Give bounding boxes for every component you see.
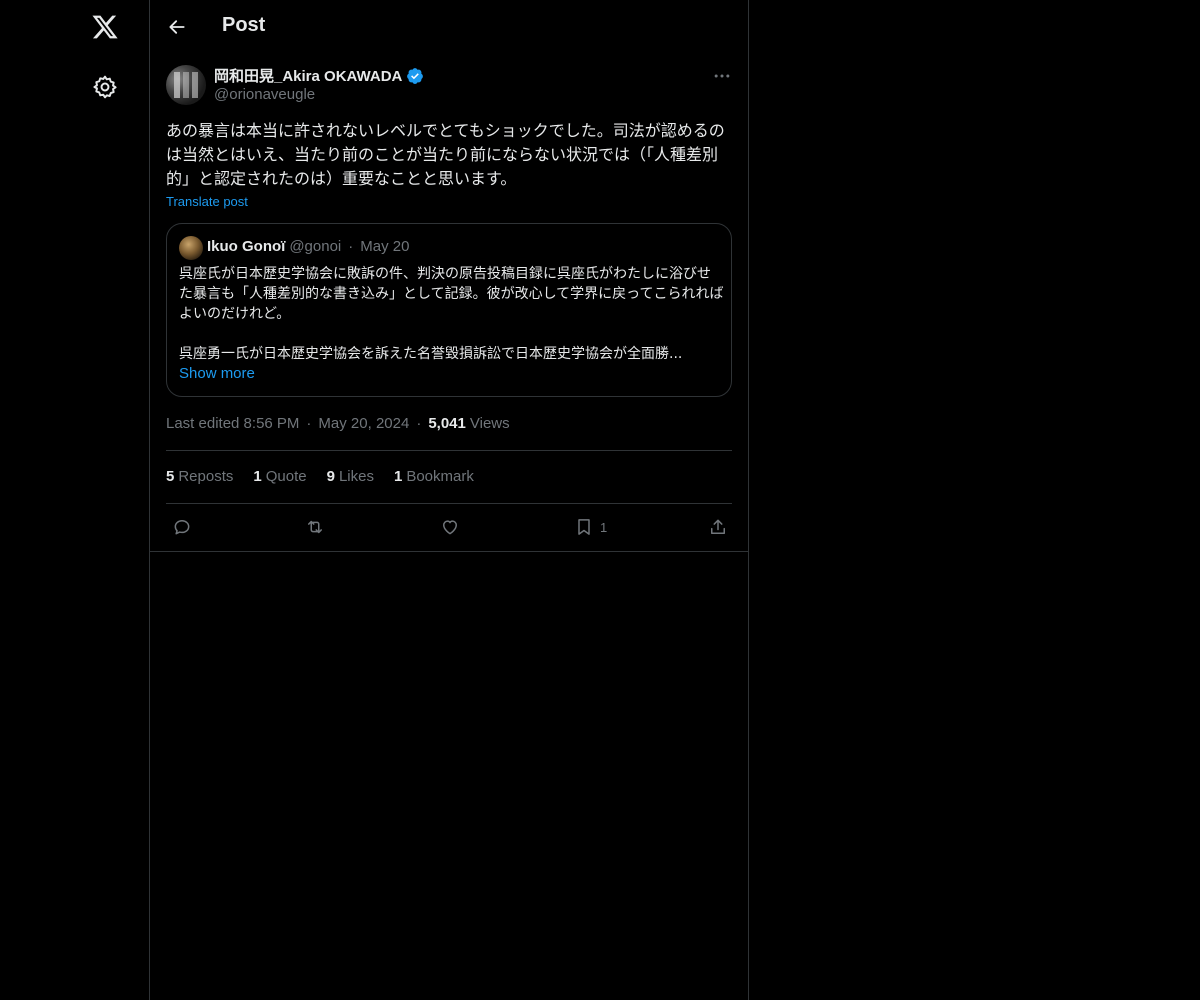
reply-icon — [174, 520, 190, 535]
x-logo-icon[interactable] — [91, 13, 119, 41]
stat-count: 5 — [166, 468, 175, 485]
gear-icon[interactable] — [92, 74, 118, 100]
share-icon — [711, 519, 725, 534]
header: Post — [150, 0, 748, 54]
repost-icon — [308, 520, 322, 534]
quotes-stat[interactable]: 1 Quote — [253, 468, 306, 485]
author-name-row: 岡和田晃_Akira OKAWADA — [214, 65, 424, 86]
quote-date: May 20 — [360, 238, 410, 255]
post-meta: Last edited 8:56 PM · May 20, 2024 · 5,0… — [166, 415, 510, 432]
engagement-stats: 5 Reposts 1 Quote 9 Likes 1 Bookmark — [166, 468, 494, 485]
divider — [150, 551, 748, 552]
share-button[interactable] — [708, 516, 728, 538]
stat-count: 1 — [253, 468, 262, 485]
heart-icon — [443, 520, 457, 535]
post-date[interactable]: May 20, 2024 — [318, 415, 409, 432]
views-label: Views — [469, 415, 510, 432]
stat-count: 9 — [326, 468, 335, 485]
page-title: Post — [222, 14, 266, 36]
quote-separator: · — [348, 238, 354, 255]
bookmark-count: 1 — [600, 519, 608, 535]
stat-label: Reposts — [178, 468, 234, 485]
verified-badge-icon[interactable] — [406, 67, 424, 85]
quote-header: Ikuo Gonoï @gonoi · May 20 — [207, 238, 409, 255]
bookmark-icon — [578, 519, 590, 535]
repost-button[interactable] — [305, 516, 325, 538]
reposts-stat[interactable]: 5 Reposts — [166, 468, 233, 485]
reply-button[interactable] — [172, 516, 192, 538]
views-count: 5,041 — [428, 415, 466, 432]
like-button[interactable] — [440, 516, 460, 538]
edited-time[interactable]: Last edited 8:56 PM — [166, 415, 299, 432]
meta-separator: · — [306, 415, 312, 432]
quote-text: 呉座氏が日本歴史学協会に敗訴の件、判決の原告投稿目録に呉座氏がわたしに浴びせた暴… — [179, 266, 724, 322]
post-text: あの暴言は本当に許されないレベルでとてもショックでした。司法が認めるのは当然とは… — [166, 121, 725, 188]
meta-separator: · — [416, 415, 422, 432]
quote-author-name: Ikuo Gonoï — [207, 238, 286, 255]
stat-count: 1 — [393, 468, 403, 485]
left-nav — [0, 0, 150, 1000]
quote-avatar — [179, 236, 203, 260]
stat-label: Bookmark — [406, 468, 474, 485]
author-name[interactable]: 岡和田晃_Akira OKAWADA — [214, 65, 402, 86]
main-column: Post 岡和田晃_Akira OKAWADA @orionaveugle あの… — [149, 0, 749, 1000]
quote-text-continued: 呉座勇一氏が日本歴史学協会を訴えた名誉毀損訴訟で日本歴史学協会が全面勝... — [179, 346, 683, 362]
bookmark-button[interactable]: 1 — [574, 516, 607, 538]
likes-stat[interactable]: 9 Likes — [327, 468, 374, 485]
divider — [166, 450, 732, 451]
quote-author-handle: @gonoi — [289, 238, 342, 255]
author-handle[interactable]: @orionaveugle — [214, 86, 315, 103]
divider — [166, 503, 732, 504]
stat-label: Quote — [265, 468, 307, 485]
quoted-post[interactable]: Ikuo Gonoï @gonoi · May 20 呉座氏が日本歴史学協会に敗… — [166, 223, 732, 397]
arrow-left-icon[interactable] — [167, 17, 187, 37]
more-options-icon[interactable] — [712, 66, 732, 86]
avatar[interactable] — [166, 65, 206, 105]
stat-label: Likes — [338, 468, 374, 485]
translate-post-link[interactable]: Translate post — [166, 194, 248, 209]
show-more-link[interactable]: Show more — [179, 365, 255, 382]
bookmarks-stat[interactable]: 1 Bookmark — [394, 468, 474, 485]
